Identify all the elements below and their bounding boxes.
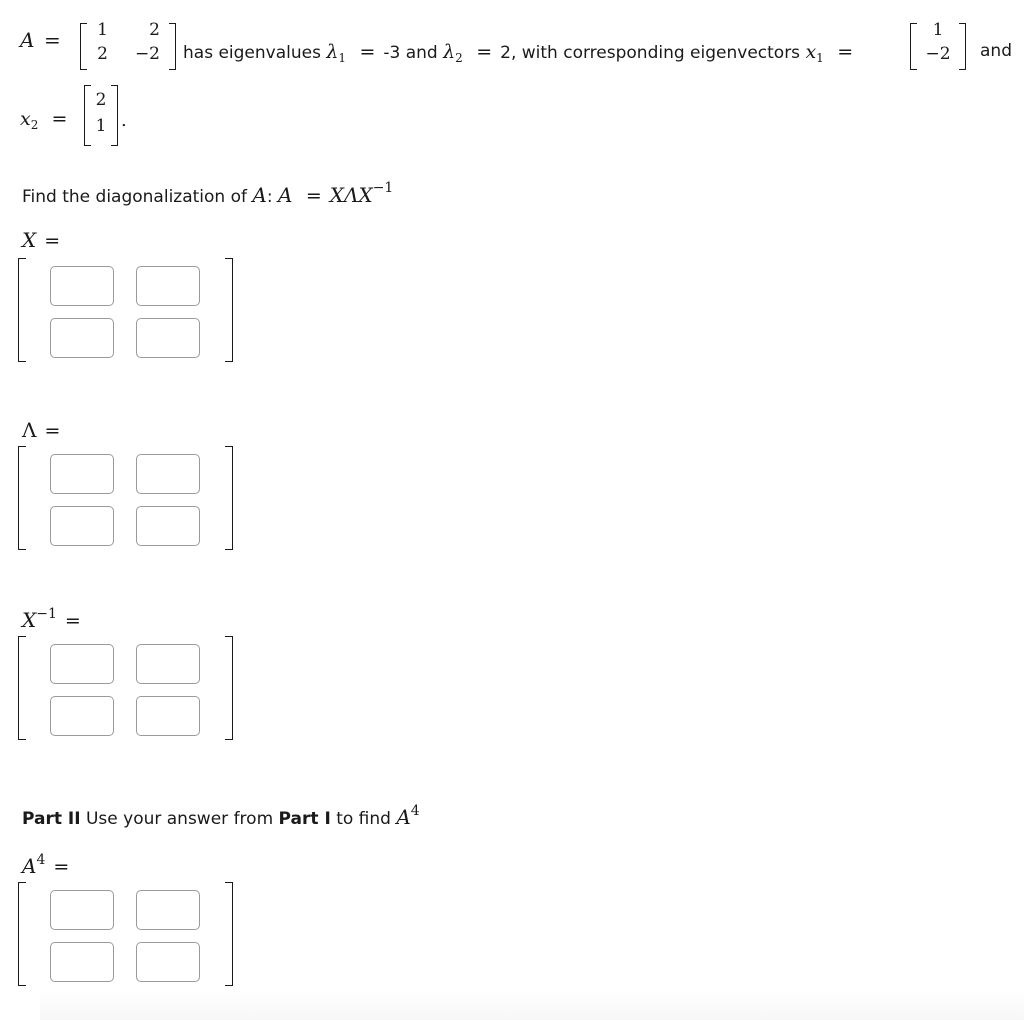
left-bracket [910,22,917,70]
lambda2-symbol: λ [443,41,456,63]
vector-x1-cell-1: −2 [925,44,951,64]
equals-sign: = [476,41,493,63]
part2-A: A [396,805,411,829]
right-bracket [225,258,233,362]
left-bracket [18,636,26,740]
lambda1-symbol: λ [326,41,339,63]
equals-sign: = [837,41,854,63]
lambda1-value: -3 [383,43,401,63]
matrix-A-cell-0-0: 1 [97,20,108,40]
X-inverse-cell-0-0[interactable] [50,644,114,684]
Lambda-cell-0-0[interactable] [50,454,114,494]
part2-superscript: 4 [410,803,420,819]
part2-text-2: to find [336,809,391,829]
matrix-A-cell-1-0: 2 [97,44,108,64]
lambda2-subscript: 2 [455,51,463,65]
matrix-A4-input [18,882,233,986]
Lambda-cell-1-0[interactable] [50,506,114,546]
period: . [121,110,127,131]
part2-text-1: Use your answer from [85,809,274,829]
x1-subscript: 1 [816,51,824,65]
matrix-Lambda-input [18,446,233,550]
label-symbol: X [22,228,37,252]
X-inverse-cell-1-1[interactable] [136,696,200,736]
right-bracket [111,84,118,146]
formula-lhs: A [278,183,293,207]
prompt-A: A [252,183,267,207]
vector-x2: 2 1 [84,84,118,146]
right-bracket [225,882,233,986]
A4-cell-1-1[interactable] [136,942,200,982]
label-superscript: −1 [36,606,57,622]
label-symbol: Λ [22,418,37,442]
equals-sign: = [53,856,70,878]
A4-cell-0-0[interactable] [50,890,114,930]
A4-cell-0-1[interactable] [136,890,200,930]
has-eigenvalues-text: has eigenvalues [183,43,321,63]
left-bracket [18,258,26,362]
prompt-colon: : [266,187,273,207]
left-bracket [18,882,26,986]
equals-sign: = [51,108,68,130]
matrix-A-cell-0-1: 2 [149,20,160,40]
equals-sign: = [44,230,61,252]
eigenvalue-sentence: has eigenvalues λ1 = -3 and λ2 = 2, with c… [183,41,861,65]
X-cell-1-1[interactable] [136,318,200,358]
lambda2-value-text: 2, with corresponding eigenvectors [500,43,801,63]
X-cell-0-0[interactable] [50,266,114,306]
X-inverse-cell-0-1[interactable] [136,644,200,684]
A4-cell-1-0[interactable] [50,942,114,982]
vector-x1: 1 −2 [910,20,966,70]
X-cell-0-1[interactable] [136,266,200,306]
equals-sign: = [359,41,376,63]
x2-subscript: 2 [30,118,39,132]
left-bracket [80,22,87,70]
right-bracket [169,22,176,70]
lambda1-subscript: 1 [338,51,347,65]
part2-bold-label: Part II [22,809,81,829]
label-superscript: 4 [36,852,46,868]
X-inverse-cell-1-0[interactable] [50,696,114,736]
and-text: and [405,43,438,63]
part2-prompt: Part II Use your answer from Part I to f… [22,803,420,829]
matrix-X-input [18,258,233,362]
x1-symbol: x [805,41,817,63]
matrix-X-label: X = [22,228,68,252]
formula-superscript: −1 [372,180,394,196]
formula-rhs: XΛX [329,183,373,207]
matrix-A-cell-1-1: −2 [134,44,160,64]
Lambda-cell-0-1[interactable] [136,454,200,494]
equals-sign: = [305,185,322,207]
X-cell-1-0[interactable] [50,318,114,358]
left-bracket [18,446,26,550]
x2-label: x2 = [20,108,75,132]
and-text-2: and [980,41,1012,61]
vector-x2-cell-1: 1 [95,116,107,136]
vector-x2-cell-0: 2 [95,90,107,110]
equals-sign: = [64,610,81,632]
label-symbol: X [22,608,37,632]
Lambda-cell-1-1[interactable] [136,506,200,546]
vector-x1-cell-0: 1 [932,20,944,40]
right-bracket [959,22,966,70]
matrix-A4-label: A4 = [22,852,77,878]
matrix-Lambda-label: Λ = [22,418,68,442]
right-bracket [225,636,233,740]
part1-bold-reference: Part I [278,809,331,829]
matrix-X-inverse-input [18,636,233,740]
equals-sign: = [44,28,61,52]
x2-symbol: x [20,108,31,130]
matrix-A: 1 2 2 −2 [80,20,176,70]
part1-prompt: Find the diagonalization of A: A = XΛX−1 [22,180,393,207]
prompt-text: Find the diagonalization of [22,187,247,207]
right-bracket [225,446,233,550]
matrix-A-name: A [20,28,35,52]
matrix-X-inverse-label: X−1 = [22,606,89,632]
label-symbol: A [22,854,37,878]
equals-sign: = [44,420,61,442]
footer-shade [40,990,1024,1020]
